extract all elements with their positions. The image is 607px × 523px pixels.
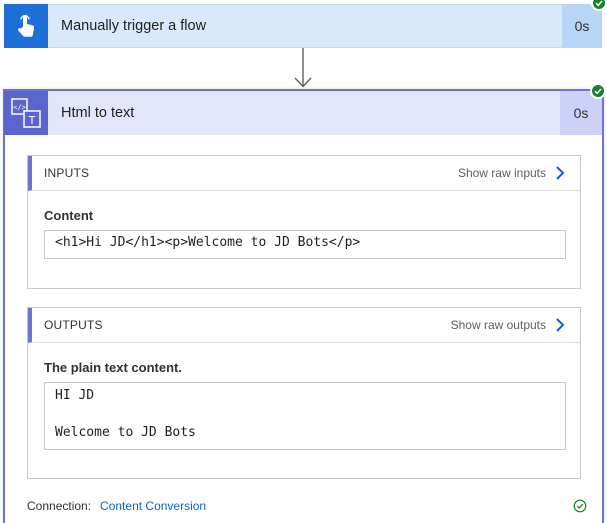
connector-arrow-icon bbox=[294, 48, 312, 88]
inputs-header: INPUTS Show raw inputs bbox=[28, 156, 580, 191]
success-check-icon bbox=[591, 0, 607, 11]
show-raw-outputs-link[interactable]: Show raw outputs bbox=[451, 318, 546, 332]
outputs-label: OUTPUTS bbox=[44, 318, 103, 332]
action-title: Html to text bbox=[61, 105, 135, 121]
plain-text-value: HI JD Welcome to JD Bots bbox=[44, 382, 566, 450]
connection-ok-icon bbox=[573, 499, 587, 513]
outputs-panel: OUTPUTS Show raw outputs The plain text … bbox=[27, 307, 581, 479]
outputs-header: OUTPUTS Show raw outputs bbox=[28, 308, 580, 343]
trigger-card[interactable]: Manually trigger a flow 0s bbox=[4, 3, 602, 48]
chevron-right-icon[interactable] bbox=[554, 165, 566, 181]
content-label: Content bbox=[44, 208, 94, 223]
action-header[interactable]: </> T Html to text 0s bbox=[4, 91, 602, 135]
connection-link[interactable]: Content Conversion bbox=[100, 499, 573, 513]
inputs-label: INPUTS bbox=[44, 166, 90, 180]
inputs-panel: INPUTS Show raw inputs Content <h1>Hi JD… bbox=[27, 155, 581, 289]
action-card: </> T Html to text 0s INPUTS Show raw in… bbox=[3, 89, 604, 523]
plain-text-label: The plain text content. bbox=[44, 360, 182, 375]
show-raw-inputs-link[interactable]: Show raw inputs bbox=[458, 166, 546, 180]
content-value: <h1>Hi JD</h1><p>Welcome to JD Bots</p> bbox=[44, 230, 566, 259]
touch-hand-icon bbox=[4, 3, 48, 48]
success-check-icon bbox=[590, 83, 606, 99]
chevron-right-icon[interactable] bbox=[554, 317, 566, 333]
trigger-title: Manually trigger a flow bbox=[61, 18, 207, 34]
svg-text:T: T bbox=[28, 114, 36, 127]
connection-footer: Connection: Content Conversion bbox=[27, 499, 587, 513]
connection-label: Connection: bbox=[27, 499, 92, 513]
html-to-text-icon: </> T bbox=[4, 91, 48, 135]
